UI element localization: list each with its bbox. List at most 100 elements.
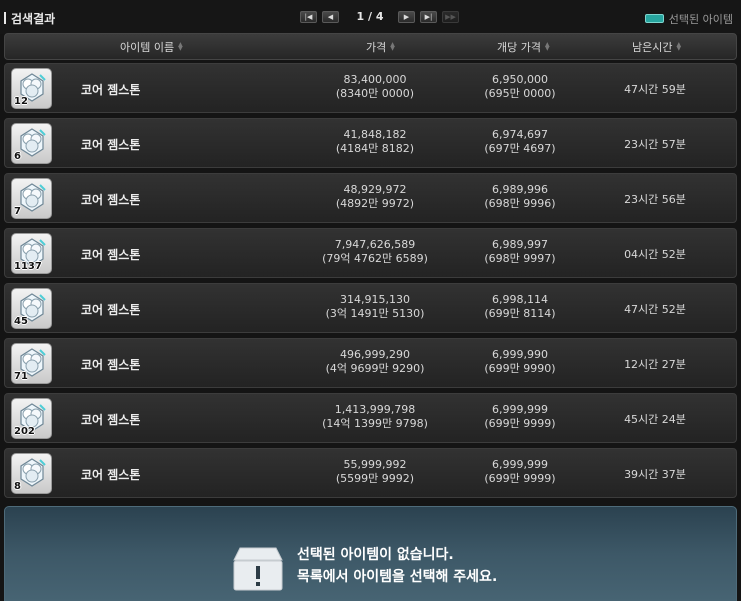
item-quantity: 12 [14,96,28,107]
item-unit-price: 6,999,999 (699만 9999) [440,403,600,431]
sort-icon: ▲ ▼ [544,41,550,52]
item-name: 코어 젬스톤 [81,468,141,482]
unit-price-value: 6,998,114 [492,293,548,306]
item-quantity: 6 [14,151,21,162]
results-title: 검색결과 [4,10,55,27]
no-selection-message: 선택된 아이템이 없습니다. 목록에서 아이템을 선택해 주세요. [297,544,497,588]
result-row[interactable]: 202 코어 젬스톤 1,413,999,798 (14억 1399만 9798)… [4,393,737,443]
column-name-label: 아이템 이름 [120,41,175,54]
item-price: 1,413,999,798 (14억 1399만 9798) [295,403,455,431]
column-unit-price[interactable]: 개당 가격 ▲ ▼ [497,39,551,55]
unit-price-value: 6,950,000 [492,73,548,86]
price-korean: (4184만 8182) [335,142,415,155]
item-quantity: 45 [14,316,28,327]
first-page-button[interactable]: |◀ [300,11,317,23]
item-name: 코어 젬스톤 [81,83,141,97]
item-time-left: 47시간 52분 [624,303,686,316]
price-value: 496,999,290 [340,348,410,361]
price-korean: (5599만 9992) [335,472,415,485]
gemstone-icon: 1137 [11,233,52,274]
unit-price-korean: (699만 9999) [484,472,556,485]
unit-price-value: 6,999,999 [492,403,548,416]
selected-legend-label: 선택된 아이템 [668,13,733,26]
unit-price-korean: (695만 0000) [484,87,556,100]
unit-price-korean: (699만 8114) [484,307,556,320]
price-value: 55,999,992 [343,458,407,471]
gemstone-icon: 45 [11,288,52,329]
selected-swatch [644,14,664,23]
item-quantity: 7 [14,206,21,217]
result-row[interactable]: 7 코어 젬스톤 48,929,972 (4892만 9972) 6,989,99… [4,173,737,223]
gemstone-icon: 202 [11,398,52,439]
no-selection-line1: 선택된 아이템이 없습니다. [297,547,454,563]
price-value: 7,947,626,589 [334,238,416,251]
last-page-button[interactable]: ▶| [420,11,437,23]
page-info: 1 / 4 [356,10,384,23]
price-value: 41,848,182 [343,128,407,141]
column-header: 아이템 이름 ▲ ▼ 가격 ▲ ▼ 개당 가격 ▲ ▼ 남은시간 ▲ ▼ [4,33,737,60]
item-quantity: 202 [14,426,35,437]
gemstone-icon: 8 [11,453,52,494]
unit-price-korean: (697만 4697) [484,142,556,155]
price-korean: (4억 9699만 9290) [325,362,425,375]
gemstone-icon: 71 [11,343,52,384]
unit-price-value: 6,989,997 [492,238,548,251]
item-time-left: 23시간 57분 [624,138,686,151]
item-unit-price: 6,989,996 (698만 9996) [440,183,600,211]
results-toolbar: 검색결과 |◀ ◀ 1 / 4 ▶ ▶| ▶▶ 선택된 아이템 [0,0,741,34]
skip-forward-button[interactable]: ▶▶ [442,11,459,23]
result-row[interactable]: 1137 코어 젬스톤 7,947,626,589 (79억 4762만 6589… [4,228,737,278]
item-unit-price: 6,999,999 (699만 9999) [440,458,600,486]
title-marker [4,12,6,24]
item-price: 314,915,130 (3억 1491만 5130) [295,293,455,321]
sort-icon: ▲ ▼ [676,41,682,52]
unit-price-korean: (699만 9999) [484,417,556,430]
item-unit-price: 6,950,000 (695만 0000) [440,73,600,101]
result-row[interactable]: 45 코어 젬스톤 314,915,130 (3억 1491만 5130) 6,9… [4,283,737,333]
result-row[interactable]: 12 코어 젬스톤 83,400,000 (8340만 0000) 6,950,0… [4,63,737,113]
column-price[interactable]: 가격 ▲ ▼ [366,39,396,55]
column-time-left-label: 남은시간 [632,41,673,54]
item-unit-price: 6,989,997 (698만 9997) [440,238,600,266]
gemstone-icon: 7 [11,178,52,219]
price-value: 314,915,130 [340,293,410,306]
column-price-label: 가격 [366,41,387,54]
results-title-text: 검색결과 [11,12,56,26]
column-unit-price-label: 개당 가격 [497,41,541,54]
item-price: 7,947,626,589 (79억 4762만 6589) [295,238,455,266]
column-name[interactable]: 아이템 이름 ▲ ▼ [120,39,184,55]
empty-box-warning-icon [230,544,286,595]
prev-page-button[interactable]: ◀ [322,11,339,23]
item-price: 83,400,000 (8340만 0000) [295,73,455,101]
item-time-left: 45시간 24분 [624,413,686,426]
item-time-left: 12시간 27분 [624,358,686,371]
sort-icon: ▲ ▼ [390,41,395,52]
unit-price-korean: (698만 9996) [484,197,556,210]
gemstone-icon: 6 [11,123,52,164]
item-quantity: 8 [14,481,21,492]
unit-price-value: 6,999,990 [492,348,548,361]
price-korean: (79억 4762만 6589) [322,252,428,265]
next-page-button[interactable]: ▶ [398,11,415,23]
result-row[interactable]: 6 코어 젬스톤 41,848,182 (4184만 8182) 6,974,69… [4,118,737,168]
item-unit-price: 6,974,697 (697만 4697) [440,128,600,156]
no-selection-line2: 목록에서 아이템을 선택해 주세요. [297,569,498,585]
item-unit-price: 6,998,114 (699만 8114) [440,293,600,321]
price-korean: (4892만 9972) [335,197,415,210]
item-price: 48,929,972 (4892만 9972) [295,183,455,211]
result-row[interactable]: 71 코어 젬스톤 496,999,290 (4억 9699만 9290) 6,9… [4,338,737,388]
unit-price-value: 6,989,996 [492,183,548,196]
unit-price-korean: (698만 9997) [484,252,556,265]
item-name: 코어 젬스톤 [81,358,141,372]
item-price: 41,848,182 (4184만 8182) [295,128,455,156]
item-name: 코어 젬스톤 [81,193,141,207]
result-row[interactable]: 8 코어 젬스톤 55,999,992 (5599만 9992) 6,999,99… [4,448,737,498]
unit-price-value: 6,974,697 [492,128,548,141]
item-price: 55,999,992 (5599만 9992) [295,458,455,486]
item-quantity: 71 [14,371,28,382]
item-unit-price: 6,999,990 (699만 9990) [440,348,600,376]
item-time-left: 04시간 52분 [624,248,686,261]
column-time-left[interactable]: 남은시간 ▲ ▼ [632,39,682,55]
item-time-left: 47시간 59분 [624,83,686,96]
price-value: 83,400,000 [343,73,407,86]
